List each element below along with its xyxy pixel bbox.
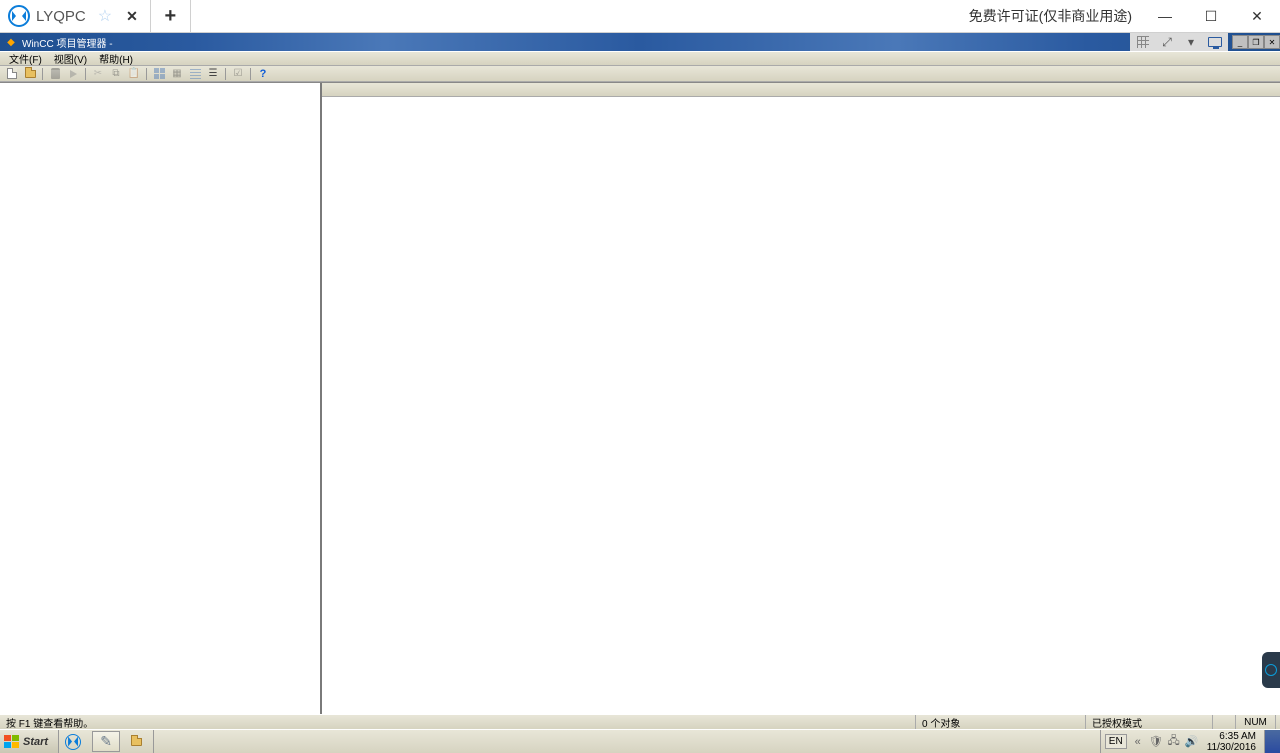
app-icon: ◆: [4, 35, 18, 49]
remote-title-bar: ◆ WinCC 项目管理器 - ⤢ ▾ _ ❐ ✕: [0, 33, 1280, 51]
fullscreen-toggle-button[interactable]: ⤢: [1156, 34, 1178, 50]
tab-close-button[interactable]: ✕: [122, 8, 142, 25]
small-icons-button: ▦: [169, 67, 185, 81]
session-tab-name: LYQPC: [36, 8, 86, 25]
paste-button: 📋: [126, 67, 142, 81]
favorite-star-icon[interactable]: ☆: [98, 6, 112, 26]
view-grid-button[interactable]: [1132, 34, 1154, 50]
content-column-header[interactable]: [322, 83, 1280, 97]
minimize-button[interactable]: ―: [1142, 0, 1188, 32]
activate-button: [47, 67, 63, 81]
view-dropdown-button[interactable]: ▾: [1180, 34, 1202, 50]
menu-help[interactable]: 帮助(H): [93, 51, 139, 66]
status-mode: 已授权模式: [1086, 715, 1213, 729]
start-label: Start: [23, 736, 48, 748]
language-indicator[interactable]: EN: [1105, 734, 1127, 749]
open-project-button[interactable]: [22, 67, 38, 81]
status-numlock: NUM: [1236, 715, 1276, 729]
remote-close-button[interactable]: ✕: [1264, 35, 1280, 49]
status-bar: 按 F1 键查看帮助。 0 个对象 已授权模式 NUM: [0, 714, 1280, 729]
close-button[interactable]: ✕: [1234, 0, 1280, 32]
content-pane: [322, 83, 1280, 714]
teamviewer-mini-icon: [1265, 664, 1277, 676]
status-blank: [1213, 715, 1236, 729]
large-icons-button: [151, 67, 167, 81]
start-button[interactable]: Start: [0, 730, 59, 753]
teamviewer-session-tab[interactable]: LYQPC ☆ ✕: [0, 0, 151, 32]
tray-network-icon[interactable]: 🖧: [1167, 735, 1181, 749]
project-tree-pane[interactable]: [0, 83, 322, 714]
teamviewer-side-panel-tab[interactable]: [1262, 652, 1280, 688]
help-button[interactable]: ?: [255, 67, 271, 81]
quick-launch: ✎: [59, 730, 154, 753]
teamviewer-top-bar: LYQPC ☆ ✕ + 免费许可证(仅非商业用途) ― ☐ ✕: [0, 0, 1280, 33]
list-view-button: [187, 67, 203, 81]
taskbar-clock[interactable]: 6:35 AM 11/30/2016: [1203, 731, 1260, 753]
taskbar-wincc-button[interactable]: ✎: [92, 731, 120, 752]
content-list[interactable]: [322, 97, 1280, 714]
clock-date: 11/30/2016: [1207, 742, 1256, 753]
menu-view[interactable]: 视图(V): [48, 51, 93, 66]
copy-button: ⧉: [108, 67, 124, 81]
run-button: [65, 67, 81, 81]
teamviewer-logo-icon: [8, 5, 30, 27]
remote-minimize-button[interactable]: _: [1232, 35, 1248, 49]
menu-file[interactable]: 文件(F): [3, 51, 48, 66]
menu-bar: 文件(F) 视图(V) 帮助(H): [0, 51, 1280, 66]
new-project-button[interactable]: [4, 67, 20, 81]
taskbar-explorer-button[interactable]: [122, 731, 150, 752]
work-area: [0, 82, 1280, 714]
tray-volume-icon[interactable]: 🔊: [1185, 735, 1199, 749]
tray-security-icon[interactable]: 🛡: [1149, 735, 1163, 749]
windows-logo-icon: [4, 735, 20, 749]
system-tray: EN « 🛡 🖧 🔊 6:35 AM 11/30/2016: [1100, 730, 1264, 753]
cut-button: ✂: [90, 67, 106, 81]
details-view-button[interactable]: ☰: [205, 67, 221, 81]
license-text: 免费许可证(仅非商业用途): [959, 0, 1142, 32]
teamviewer-session-toolbar: ⤢ ▾: [1130, 33, 1228, 51]
properties-button: ☑: [230, 67, 246, 81]
window-title: WinCC 项目管理器 -: [22, 35, 113, 50]
remote-window-controls: _ ❐ ✕: [1232, 33, 1280, 51]
show-desktop-button[interactable]: [1264, 730, 1280, 753]
windows-taskbar: Start ✎ EN « 🛡 🖧 🔊 6:35 AM 11/30/2016: [0, 729, 1280, 753]
toolbar: ✂ ⧉ 📋 ▦ ☰ ☑ ?: [0, 66, 1280, 82]
new-tab-button[interactable]: +: [151, 0, 191, 32]
clock-time: 6:35 AM: [1207, 731, 1256, 742]
monitor-select-button[interactable]: [1204, 34, 1226, 50]
status-object-count: 0 个对象: [916, 715, 1086, 729]
taskbar-teamviewer-button[interactable]: [62, 731, 90, 752]
remote-restore-button[interactable]: ❐: [1248, 35, 1264, 49]
status-help-hint: 按 F1 键查看帮助。: [0, 715, 916, 729]
window-controls: ― ☐ ✕: [1142, 0, 1280, 32]
tray-expand-icon[interactable]: «: [1131, 735, 1145, 749]
maximize-button[interactable]: ☐: [1188, 0, 1234, 32]
